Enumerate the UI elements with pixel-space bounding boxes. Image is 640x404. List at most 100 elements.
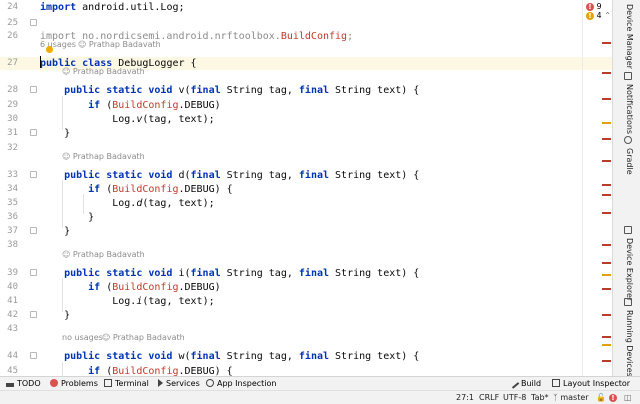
stripe-marker[interactable] <box>602 360 611 362</box>
code-line[interactable]: 40 if (BuildConfig.DEBUG) <box>0 281 612 294</box>
code-token: } <box>40 226 71 237</box>
stripe-marker[interactable] <box>602 336 611 338</box>
stripe-marker[interactable] <box>602 184 611 186</box>
bell-icon <box>624 72 632 80</box>
code-token: } <box>40 212 95 223</box>
file-encoding[interactable]: UTF-8 <box>503 391 526 404</box>
line-number: 39 <box>7 268 18 278</box>
tool-notifications[interactable]: Notifications <box>621 72 635 134</box>
line-number: 36 <box>7 212 18 222</box>
tool-label: Notifications <box>625 84 634 135</box>
code-editor[interactable]: 24 import android.util.Log; 25 26 import no.… <box>0 0 612 376</box>
code-line[interactable]: 28 public static void v(final String tag… <box>0 84 612 97</box>
code-text: Log.d(tag, text); <box>40 197 215 210</box>
stripe-marker[interactable] <box>602 72 611 74</box>
code-token: final <box>190 170 221 181</box>
author-hint[interactable]: ☺ Prathap Badavath <box>62 250 145 260</box>
line-number: 32 <box>7 143 18 153</box>
tool-gradle[interactable]: Gradle <box>621 136 635 175</box>
tool-label: Device Explorer <box>625 238 634 302</box>
caret-position[interactable]: 27:1 <box>456 391 474 404</box>
stripe-marker[interactable] <box>602 344 611 346</box>
stripe-marker[interactable] <box>602 274 611 276</box>
code-token: if <box>40 184 101 195</box>
code-token: (tag, text); <box>142 296 215 307</box>
error-icon: ! <box>586 2 594 11</box>
line-number: 35 <box>7 198 18 208</box>
code-token: (tag, text); <box>142 198 215 209</box>
code-token: String tag, <box>220 351 299 362</box>
error-indicator-icon[interactable]: ! <box>609 391 617 404</box>
line-number: 41 <box>7 296 18 306</box>
vcs-branch[interactable]: ᛉ master <box>553 391 589 404</box>
lock-icon[interactable]: 🔓 <box>596 391 606 404</box>
stripe-marker[interactable] <box>602 262 611 264</box>
code-line[interactable]: 37 } <box>0 225 612 238</box>
code-line[interactable]: 36 } <box>0 211 612 224</box>
code-token: String tag, <box>220 170 299 181</box>
tab-app-inspection[interactable]: App Inspection <box>206 377 277 390</box>
tool-running-devices[interactable]: Running Devices <box>621 298 635 377</box>
tab-terminal[interactable]: Terminal <box>104 377 149 390</box>
stripe-marker[interactable] <box>602 288 611 290</box>
code-line[interactable]: 39 public static void i(final String tag… <box>0 267 612 280</box>
memory-indicator-icon[interactable]: ◫ <box>624 391 632 404</box>
line-number: 28 <box>7 85 18 95</box>
line-number: 40 <box>7 282 18 292</box>
line-number: 44 <box>7 351 18 361</box>
tab-todo[interactable]: TODO <box>6 377 41 390</box>
code-text: } <box>40 225 70 238</box>
stripe-marker[interactable] <box>602 244 611 246</box>
author-hint[interactable]: ☺ Prathap Badavath <box>102 333 185 343</box>
stripe-marker[interactable] <box>602 194 611 196</box>
stripe-marker[interactable] <box>602 212 611 214</box>
code-line[interactable]: 31 } <box>0 127 612 140</box>
line-number: 27 <box>7 58 18 68</box>
stripe-marker[interactable] <box>602 42 611 44</box>
tab-problems[interactable]: Problems <box>50 377 98 390</box>
warning-icon: ! <box>586 11 594 20</box>
right-tool-window-bar: Device Manager Notifications Gradle Devi… <box>612 0 640 377</box>
code-line[interactable]: 45 if (BuildConfig.DEBUG) { <box>0 365 612 376</box>
stripe-marker[interactable] <box>602 98 611 100</box>
code-token: ( <box>100 100 113 111</box>
code-line[interactable]: 30 Log.v(tag, text); <box>0 113 612 126</box>
author-hint[interactable]: ☺ Prathap Badavath <box>62 152 145 162</box>
tab-services[interactable]: Services <box>158 377 200 390</box>
code-line[interactable]: 33 public static void d(final String tag… <box>0 169 612 182</box>
tool-device-manager[interactable]: Device Manager <box>621 4 635 76</box>
line-separator[interactable]: CRLF <box>479 391 499 404</box>
lightbulb-icon[interactable] <box>46 46 53 53</box>
tab-build[interactable]: Build <box>508 377 541 390</box>
code-line[interactable]: 25 <box>0 17 612 30</box>
author-hint[interactable]: ☺ Prathap Badavath <box>62 67 145 77</box>
error-stripe[interactable] <box>598 0 612 376</box>
stripe-marker[interactable] <box>602 314 611 316</box>
code-text: } <box>40 127 70 140</box>
code-line[interactable]: 41 Log.i(tag, text); <box>0 295 612 308</box>
code-token: ( <box>100 366 113 376</box>
stripe-marker[interactable] <box>602 160 611 162</box>
indent-setting[interactable]: Tab* <box>531 391 549 404</box>
code-line[interactable]: 24 import android.util.Log; <box>0 1 612 14</box>
author-hint[interactable]: ☺ Prathap Badavath <box>78 40 161 50</box>
code-line[interactable]: 42 } <box>0 309 612 322</box>
tool-device-explorer[interactable]: Device Explorer <box>621 226 635 301</box>
code-token: .DEBUG) { <box>178 184 233 195</box>
usages-hint[interactable]: no usages <box>62 333 103 343</box>
code-text: } <box>40 309 70 322</box>
code-line[interactable]: 35 Log.d(tag, text); <box>0 197 612 210</box>
tab-layout-inspector[interactable]: Layout Inspector <box>552 377 630 390</box>
code-text: if (BuildConfig.DEBUG) { <box>40 365 233 376</box>
stripe-marker[interactable] <box>602 138 611 140</box>
code-token: d( <box>172 170 191 181</box>
code-line[interactable]: 44 public static void w(final String tag… <box>0 350 612 363</box>
code-token: final <box>190 85 221 96</box>
tool-label: Running Devices <box>625 310 634 377</box>
stripe-marker[interactable] <box>602 122 611 124</box>
code-line[interactable]: 34 if (BuildConfig.DEBUG) { <box>0 183 612 196</box>
code-line[interactable]: 29 if (BuildConfig.DEBUG) <box>0 99 612 112</box>
list-icon <box>6 383 14 387</box>
code-token: final <box>190 351 221 362</box>
indent-guide <box>62 278 63 312</box>
